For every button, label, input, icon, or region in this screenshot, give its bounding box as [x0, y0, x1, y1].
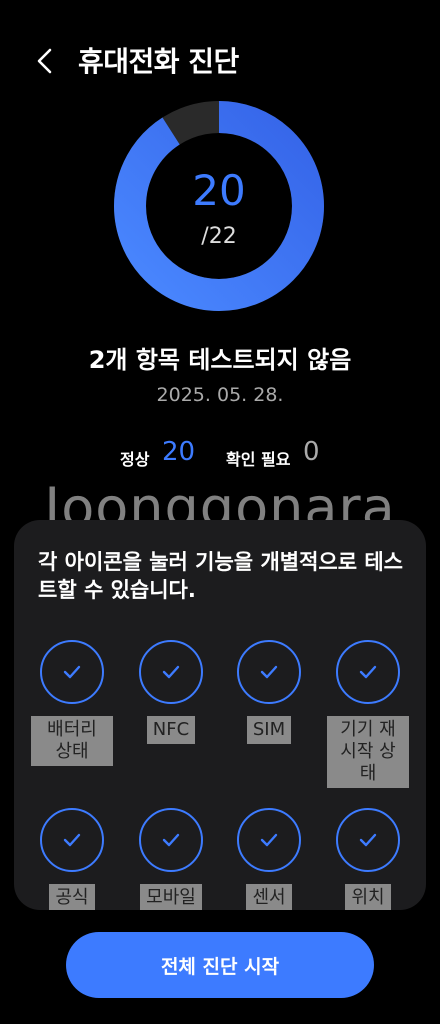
needs-check-label: 확인 필요 — [226, 450, 291, 469]
stats-row: 정상 20 확인 필요 0 — [0, 436, 440, 472]
item-label: 공식 — [49, 884, 95, 910]
item-circle — [336, 808, 400, 872]
checkmark-icon — [162, 665, 180, 679]
item-circle — [237, 808, 301, 872]
test-item-sim[interactable]: SIM — [219, 640, 319, 744]
item-circle — [40, 808, 104, 872]
item-label: 기기 재시작 상태 — [327, 716, 409, 788]
total-count: /22 — [201, 224, 237, 249]
result-summary: 2개 항목 테스트되지 않음 — [88, 346, 352, 374]
item-label: NFC — [146, 716, 196, 744]
checkmark-icon — [162, 833, 180, 847]
item-label: 모바일 — [140, 884, 202, 910]
checkmark-icon — [260, 833, 278, 847]
test-item-battery[interactable]: 배터리 상태 — [22, 640, 122, 766]
test-item-location[interactable]: 위치 — [318, 808, 418, 910]
back-arrow-icon — [37, 48, 52, 74]
item-circle — [40, 640, 104, 704]
test-item-nfc[interactable]: NFC — [121, 640, 221, 744]
normal-label: 정상 — [120, 450, 150, 469]
normal-value: 20 — [162, 437, 196, 467]
item-circle — [139, 640, 203, 704]
start-full-diagnosis-button[interactable]: 전체 진단 시작 — [66, 932, 374, 998]
result-date: 2025. 05. 28. — [156, 384, 284, 406]
checkmark-icon — [260, 665, 278, 679]
item-label: 센서 — [246, 884, 292, 910]
item-circle — [139, 808, 203, 872]
item-label: SIM — [246, 716, 292, 744]
panel-description: 각 아이콘을 눌러 기능을 개별적으로 테스트할 수 있습니다. — [38, 550, 403, 602]
item-circle — [237, 640, 301, 704]
item-label: 배터리 상태 — [31, 716, 113, 766]
test-items-panel: 각 아이콘을 눌러 기능을 개별적으로 테스트할 수 있습니다. 배터리 상태 … — [14, 520, 426, 910]
checkmark-icon — [359, 833, 377, 847]
test-item-mobile[interactable]: 모바일 — [121, 808, 221, 910]
passed-count: 20 — [192, 166, 246, 215]
checkmark-icon — [63, 665, 81, 679]
checkmark-icon — [359, 665, 377, 679]
needs-check-value: 0 — [303, 437, 320, 467]
checkmark-icon — [63, 833, 81, 847]
test-item-official[interactable]: 공식 — [22, 808, 122, 910]
back-button[interactable] — [28, 44, 62, 78]
item-circle — [336, 640, 400, 704]
test-item-sensor[interactable]: 센서 — [219, 808, 319, 910]
item-label: 위치 — [345, 884, 391, 910]
header: 휴대전화 진단 — [0, 30, 440, 94]
result-donut: 20 /22 — [113, 100, 325, 312]
test-item-restart[interactable]: 기기 재시작 상태 — [318, 640, 418, 788]
page-title: 휴대전화 진단 — [78, 45, 239, 78]
